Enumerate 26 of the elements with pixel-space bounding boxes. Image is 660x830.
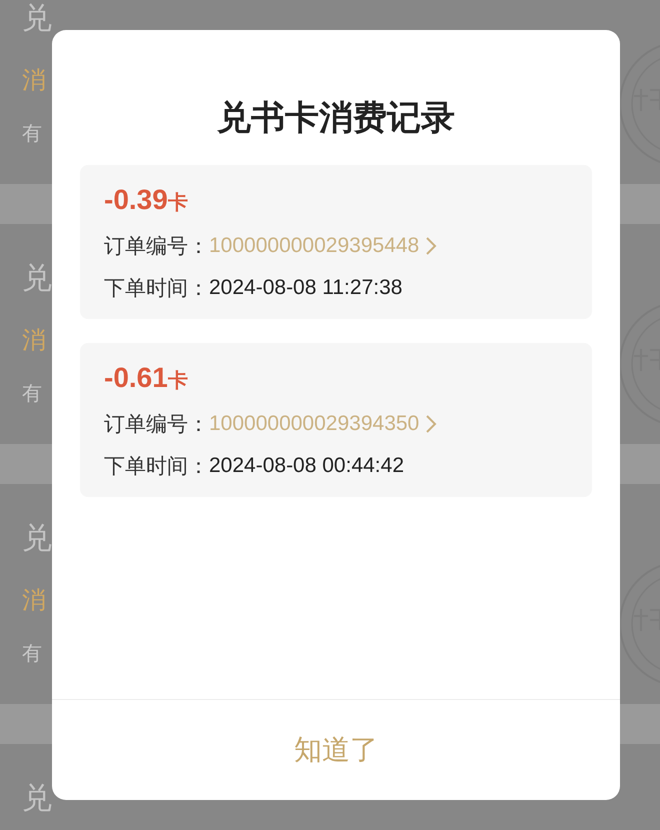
card-info: 有: [22, 643, 42, 665]
confirm-button[interactable]: 知道了: [52, 700, 620, 800]
card-info: 有: [22, 383, 42, 405]
order-time: 2024-08-08 00:44:42: [209, 454, 404, 478]
time-label: 下单时间：: [104, 276, 209, 302]
amount-unit: 卡: [168, 191, 188, 216]
time-label: 下单时间：: [104, 454, 209, 480]
card-label: 消: [22, 588, 46, 614]
order-number-link[interactable]: 100000000029395448: [209, 234, 420, 258]
card-title: 兑: [22, 782, 52, 816]
card-label: 消: [22, 328, 46, 354]
card-title: 兑: [22, 522, 52, 556]
order-number-link[interactable]: 100000000029394350: [209, 412, 420, 436]
card-info: 有: [22, 123, 42, 145]
order-label: 订单编号：: [104, 412, 209, 438]
amount-unit: 卡: [168, 369, 188, 394]
chevron-right-icon[interactable]: [425, 414, 438, 434]
card-label: 消: [22, 68, 46, 94]
chevron-right-icon[interactable]: [425, 236, 438, 256]
dialog-title: 兑书卡消费记录: [217, 98, 455, 138]
card-title: 兑: [22, 2, 52, 36]
amount: -0.39: [104, 183, 168, 217]
order-time: 2024-08-08 11:27:38: [209, 276, 402, 300]
order-label: 订单编号：: [104, 234, 209, 260]
card-title: 兑: [22, 262, 52, 296]
amount: -0.61: [104, 361, 168, 395]
